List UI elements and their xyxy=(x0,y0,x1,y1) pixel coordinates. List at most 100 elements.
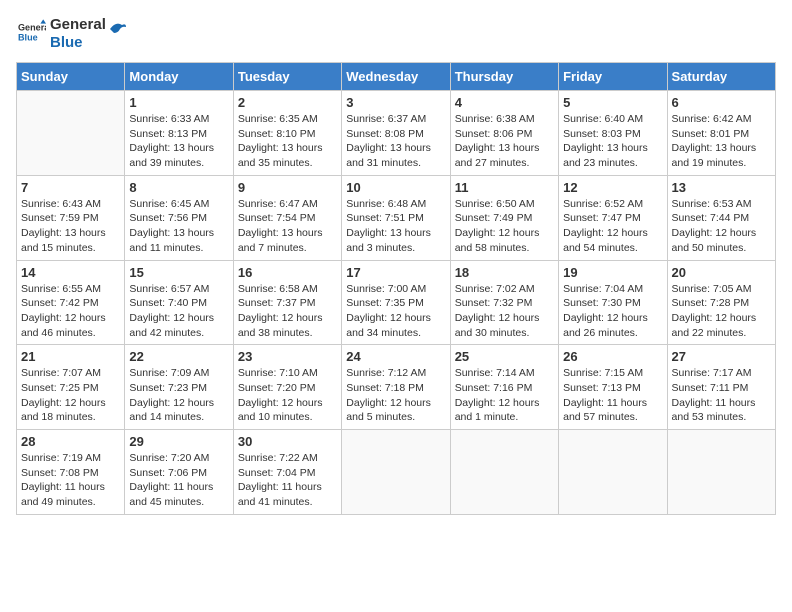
calendar-cell: 15 Sunrise: 6:57 AM Sunset: 7:40 PM Dayli… xyxy=(125,260,233,345)
day-number: 1 xyxy=(129,95,228,110)
day-number: 22 xyxy=(129,349,228,364)
day-number: 14 xyxy=(21,265,120,280)
day-info: Sunrise: 7:22 AM Sunset: 7:04 PM Dayligh… xyxy=(238,451,337,510)
day-number: 24 xyxy=(346,349,445,364)
day-info: Sunrise: 7:05 AM Sunset: 7:28 PM Dayligh… xyxy=(672,282,771,341)
day-number: 16 xyxy=(238,265,337,280)
day-info: Sunrise: 6:53 AM Sunset: 7:44 PM Dayligh… xyxy=(672,197,771,256)
day-info: Sunrise: 7:12 AM Sunset: 7:18 PM Dayligh… xyxy=(346,366,445,425)
page-header: General Blue General Blue xyxy=(16,16,776,52)
day-number: 15 xyxy=(129,265,228,280)
day-info: Sunrise: 7:15 AM Sunset: 7:13 PM Dayligh… xyxy=(563,366,662,425)
day-number: 19 xyxy=(563,265,662,280)
day-info: Sunrise: 7:10 AM Sunset: 7:20 PM Dayligh… xyxy=(238,366,337,425)
day-info: Sunrise: 7:20 AM Sunset: 7:06 PM Dayligh… xyxy=(129,451,228,510)
calendar-cell: 17 Sunrise: 7:00 AM Sunset: 7:35 PM Dayli… xyxy=(342,260,450,345)
day-number: 29 xyxy=(129,434,228,449)
day-info: Sunrise: 6:38 AM Sunset: 8:06 PM Dayligh… xyxy=(455,112,554,171)
calendar-cell: 22 Sunrise: 7:09 AM Sunset: 7:23 PM Dayli… xyxy=(125,345,233,430)
calendar-week-4: 21Sunrise: 7:07 AM Sunset: 7:25 PM Dayli… xyxy=(17,345,776,430)
calendar-week-1: 1Sunrise: 6:33 AM Sunset: 8:13 PM Daylig… xyxy=(17,91,776,176)
calendar-cell xyxy=(342,430,450,515)
day-info: Sunrise: 6:37 AM Sunset: 8:08 PM Dayligh… xyxy=(346,112,445,171)
calendar-cell: 8 Sunrise: 6:45 AM Sunset: 7:56 PM Daylig… xyxy=(125,175,233,260)
day-number: 25 xyxy=(455,349,554,364)
day-info: Sunrise: 6:43 AM Sunset: 7:59 PM Dayligh… xyxy=(21,197,120,256)
day-number: 2 xyxy=(238,95,337,110)
calendar-cell: 12 Sunrise: 6:52 AM Sunset: 7:47 PM Dayli… xyxy=(559,175,667,260)
day-number: 30 xyxy=(238,434,337,449)
day-info: Sunrise: 6:58 AM Sunset: 7:37 PM Dayligh… xyxy=(238,282,337,341)
day-info: Sunrise: 6:48 AM Sunset: 7:51 PM Dayligh… xyxy=(346,197,445,256)
calendar-cell: 20Sunrise: 7:05 AM Sunset: 7:28 PM Dayli… xyxy=(667,260,775,345)
day-number: 27 xyxy=(672,349,771,364)
day-number: 28 xyxy=(21,434,120,449)
day-number: 26 xyxy=(563,349,662,364)
day-number: 17 xyxy=(346,265,445,280)
calendar-cell: 11 Sunrise: 6:50 AM Sunset: 7:49 PM Dayli… xyxy=(450,175,558,260)
day-number: 6 xyxy=(672,95,771,110)
calendar-cell: 25 Sunrise: 7:14 AM Sunset: 7:16 PM Dayli… xyxy=(450,345,558,430)
logo-icon: General Blue xyxy=(18,18,46,46)
calendar-week-5: 28 Sunrise: 7:19 AM Sunset: 7:08 PM Dayli… xyxy=(17,430,776,515)
day-number: 21 xyxy=(21,349,120,364)
calendar-cell: 6 Sunrise: 6:42 AM Sunset: 8:01 PM Daylig… xyxy=(667,91,775,176)
calendar-cell: 1Sunrise: 6:33 AM Sunset: 8:13 PM Daylig… xyxy=(125,91,233,176)
calendar-cell: 9Sunrise: 6:47 AM Sunset: 7:54 PM Daylig… xyxy=(233,175,341,260)
calendar-cell: 27 Sunrise: 7:17 AM Sunset: 7:11 PM Dayli… xyxy=(667,345,775,430)
calendar-cell xyxy=(667,430,775,515)
calendar-cell: 18 Sunrise: 7:02 AM Sunset: 7:32 PM Dayli… xyxy=(450,260,558,345)
day-number: 9 xyxy=(238,180,337,195)
day-header-wednesday: Wednesday xyxy=(342,63,450,91)
calendar-cell: 28 Sunrise: 7:19 AM Sunset: 7:08 PM Dayli… xyxy=(17,430,125,515)
calendar-cell xyxy=(17,91,125,176)
day-info: Sunrise: 7:02 AM Sunset: 7:32 PM Dayligh… xyxy=(455,282,554,341)
day-number: 11 xyxy=(455,180,554,195)
day-info: Sunrise: 7:09 AM Sunset: 7:23 PM Dayligh… xyxy=(129,366,228,425)
calendar-cell xyxy=(450,430,558,515)
day-number: 18 xyxy=(455,265,554,280)
day-info: Sunrise: 6:35 AM Sunset: 8:10 PM Dayligh… xyxy=(238,112,337,171)
day-info: Sunrise: 7:19 AM Sunset: 7:08 PM Dayligh… xyxy=(21,451,120,510)
calendar-cell: 19 Sunrise: 7:04 AM Sunset: 7:30 PM Dayli… xyxy=(559,260,667,345)
day-info: Sunrise: 6:55 AM Sunset: 7:42 PM Dayligh… xyxy=(21,282,120,341)
day-number: 3 xyxy=(346,95,445,110)
day-number: 7 xyxy=(21,180,120,195)
logo-blue: Blue xyxy=(50,34,106,52)
calendar-week-2: 7 Sunrise: 6:43 AM Sunset: 7:59 PM Daylig… xyxy=(17,175,776,260)
day-header-thursday: Thursday xyxy=(450,63,558,91)
day-info: Sunrise: 6:52 AM Sunset: 7:47 PM Dayligh… xyxy=(563,197,662,256)
day-header-tuesday: Tuesday xyxy=(233,63,341,91)
day-header-monday: Monday xyxy=(125,63,233,91)
calendar-cell: 5Sunrise: 6:40 AM Sunset: 8:03 PM Daylig… xyxy=(559,91,667,176)
calendar-header-row: SundayMondayTuesdayWednesdayThursdayFrid… xyxy=(17,63,776,91)
day-info: Sunrise: 6:57 AM Sunset: 7:40 PM Dayligh… xyxy=(129,282,228,341)
calendar-cell: 26 Sunrise: 7:15 AM Sunset: 7:13 PM Dayli… xyxy=(559,345,667,430)
day-info: Sunrise: 6:42 AM Sunset: 8:01 PM Dayligh… xyxy=(672,112,771,171)
day-number: 4 xyxy=(455,95,554,110)
day-info: Sunrise: 7:00 AM Sunset: 7:35 PM Dayligh… xyxy=(346,282,445,341)
calendar-cell: 13 Sunrise: 6:53 AM Sunset: 7:44 PM Dayli… xyxy=(667,175,775,260)
calendar-cell: 16 Sunrise: 6:58 AM Sunset: 7:37 PM Dayli… xyxy=(233,260,341,345)
calendar-cell: 30 Sunrise: 7:22 AM Sunset: 7:04 PM Dayli… xyxy=(233,430,341,515)
calendar-week-3: 14 Sunrise: 6:55 AM Sunset: 7:42 PM Dayli… xyxy=(17,260,776,345)
day-number: 13 xyxy=(672,180,771,195)
calendar-cell: 24 Sunrise: 7:12 AM Sunset: 7:18 PM Dayli… xyxy=(342,345,450,430)
day-number: 5 xyxy=(563,95,662,110)
day-number: 8 xyxy=(129,180,228,195)
day-info: Sunrise: 7:14 AM Sunset: 7:16 PM Dayligh… xyxy=(455,366,554,425)
calendar-cell: 21Sunrise: 7:07 AM Sunset: 7:25 PM Dayli… xyxy=(17,345,125,430)
day-number: 12 xyxy=(563,180,662,195)
calendar-cell: 7 Sunrise: 6:43 AM Sunset: 7:59 PM Daylig… xyxy=(17,175,125,260)
day-info: Sunrise: 6:50 AM Sunset: 7:49 PM Dayligh… xyxy=(455,197,554,256)
day-number: 10 xyxy=(346,180,445,195)
day-info: Sunrise: 7:17 AM Sunset: 7:11 PM Dayligh… xyxy=(672,366,771,425)
calendar-cell: 4 Sunrise: 6:38 AM Sunset: 8:06 PM Daylig… xyxy=(450,91,558,176)
day-info: Sunrise: 7:04 AM Sunset: 7:30 PM Dayligh… xyxy=(563,282,662,341)
calendar-cell: 10 Sunrise: 6:48 AM Sunset: 7:51 PM Dayli… xyxy=(342,175,450,260)
day-number: 23 xyxy=(238,349,337,364)
day-info: Sunrise: 6:45 AM Sunset: 7:56 PM Dayligh… xyxy=(129,197,228,256)
calendar-cell: 2 Sunrise: 6:35 AM Sunset: 8:10 PM Daylig… xyxy=(233,91,341,176)
calendar-cell: 23 Sunrise: 7:10 AM Sunset: 7:20 PM Dayli… xyxy=(233,345,341,430)
calendar-cell: 29 Sunrise: 7:20 AM Sunset: 7:06 PM Dayli… xyxy=(125,430,233,515)
